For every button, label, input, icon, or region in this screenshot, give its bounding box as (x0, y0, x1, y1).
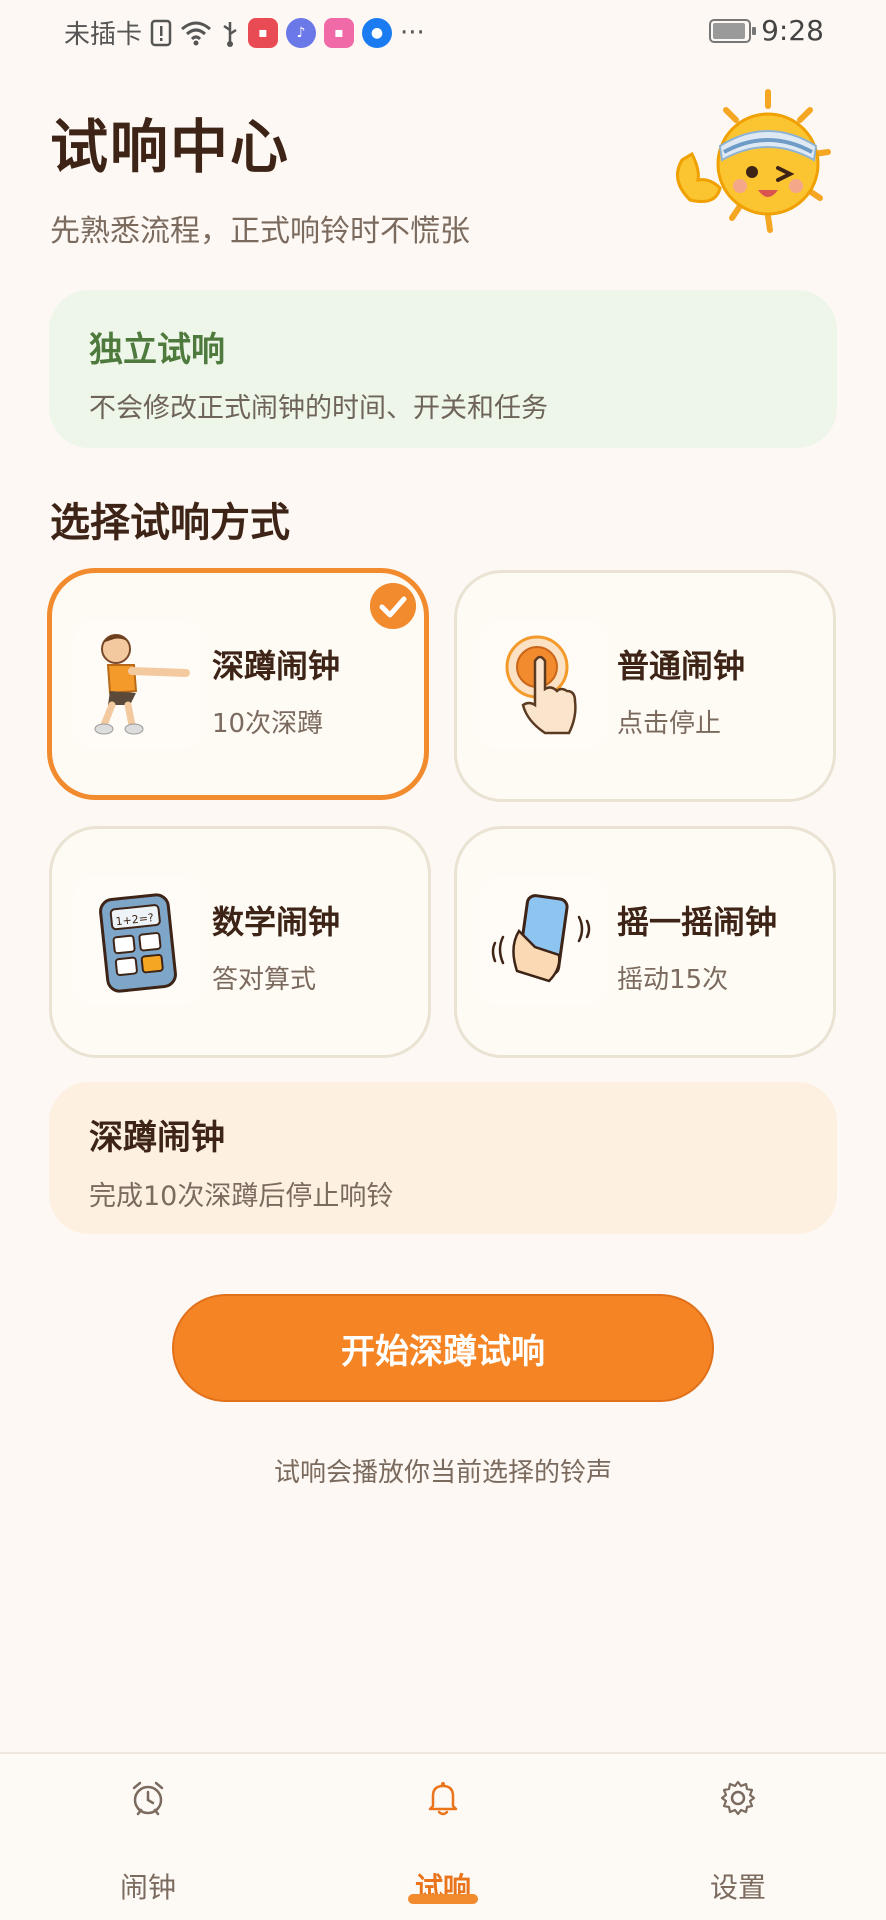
video-app-icon: ▪ (324, 17, 355, 48)
mode-description: 点击停止 (617, 709, 722, 739)
mode-description: 10次深蹲 (212, 709, 324, 739)
mode-card-normal[interactable]: 普通闹钟 点击停止 (454, 570, 836, 802)
battery-icon (709, 18, 757, 43)
start-trial-button[interactable]: 开始深蹲试响 (172, 1294, 714, 1402)
alarm-clock-icon (132, 1781, 164, 1816)
usb-icon (223, 21, 237, 47)
nav-label: 闹钟 (119, 1871, 176, 1904)
sim-alert-icon (150, 19, 172, 46)
mode-description: 答对算式 (212, 965, 317, 995)
status-left: 未插卡 ▪ ♪ ▪ ● ··· (64, 14, 425, 51)
nav-label: 设置 (709, 1871, 766, 1904)
mode-name: 深蹲闹钟 (212, 647, 341, 685)
active-tab-indicator (408, 1894, 478, 1904)
clock-text: 9:28 (761, 14, 824, 47)
mode-card-shake[interactable]: 摇一摇闹钟 摇动15次 (454, 826, 836, 1058)
selected-mode-detail-card: 深蹲闹钟 完成10次深蹲后停止响铃 (49, 1082, 837, 1234)
bulb-app-icon: ● (362, 17, 393, 48)
nav-item-settings[interactable]: 设置 (638, 1774, 838, 1904)
sun-mascot-icon (676, 89, 831, 233)
status-bar: 未插卡 ▪ ♪ ▪ ● ··· 9:28 (0, 0, 886, 62)
mode-card-squat[interactable]: 深蹲闹钟 10次深蹲 (47, 568, 429, 800)
app-notification-icon: ▪ (248, 17, 279, 48)
bell-icon (428, 1782, 458, 1816)
trial-center-page: 未插卡 ▪ ♪ ▪ ● ··· 9:28 试响中心 先熟悉流程，正式响铃时不慌张 (0, 0, 886, 1920)
music-app-icon: ♪ (286, 17, 317, 48)
page-title: 试响中心 (50, 113, 291, 181)
squat-illustration-icon (74, 621, 202, 749)
mode-name: 普通闹钟 (617, 647, 746, 685)
mode-description: 摇动15次 (617, 965, 729, 995)
check-icon (370, 583, 416, 629)
mode-name: 数学闹钟 (212, 903, 341, 941)
calculator-icon: 1+2=? (74, 877, 202, 1005)
independent-title: 独立试响 (89, 330, 225, 370)
tap-finger-icon (479, 621, 607, 749)
detail-description: 完成10次深蹲后停止响铃 (89, 1181, 394, 1212)
independent-trial-card: 独立试响 不会修改正式闹钟的时间、开关和任务 (49, 290, 837, 448)
mode-name: 摇一摇闹钟 (617, 903, 778, 941)
status-right: 9:28 (709, 14, 824, 47)
independent-description: 不会修改正式闹钟的时间、开关和任务 (89, 393, 548, 424)
page-subtitle: 先熟悉流程，正式响铃时不慌张 (50, 214, 470, 249)
gear-icon (720, 1780, 756, 1816)
more-icon: ··· (400, 17, 425, 48)
shake-phone-icon (479, 877, 607, 1005)
nav-item-trial[interactable]: 试响 (343, 1774, 543, 1904)
nav-item-alarm[interactable]: 闹钟 (48, 1774, 248, 1904)
carrier-text: 未插卡 (64, 20, 143, 50)
section-title: 选择试响方式 (50, 500, 290, 546)
wifi-icon (181, 21, 211, 45)
detail-title: 深蹲闹钟 (89, 1118, 225, 1158)
mode-card-math[interactable]: 1+2=? 数学闹钟 答对算式 (49, 826, 431, 1058)
ringtone-hint: 试响会播放你当前选择的铃声 (273, 1458, 612, 1488)
